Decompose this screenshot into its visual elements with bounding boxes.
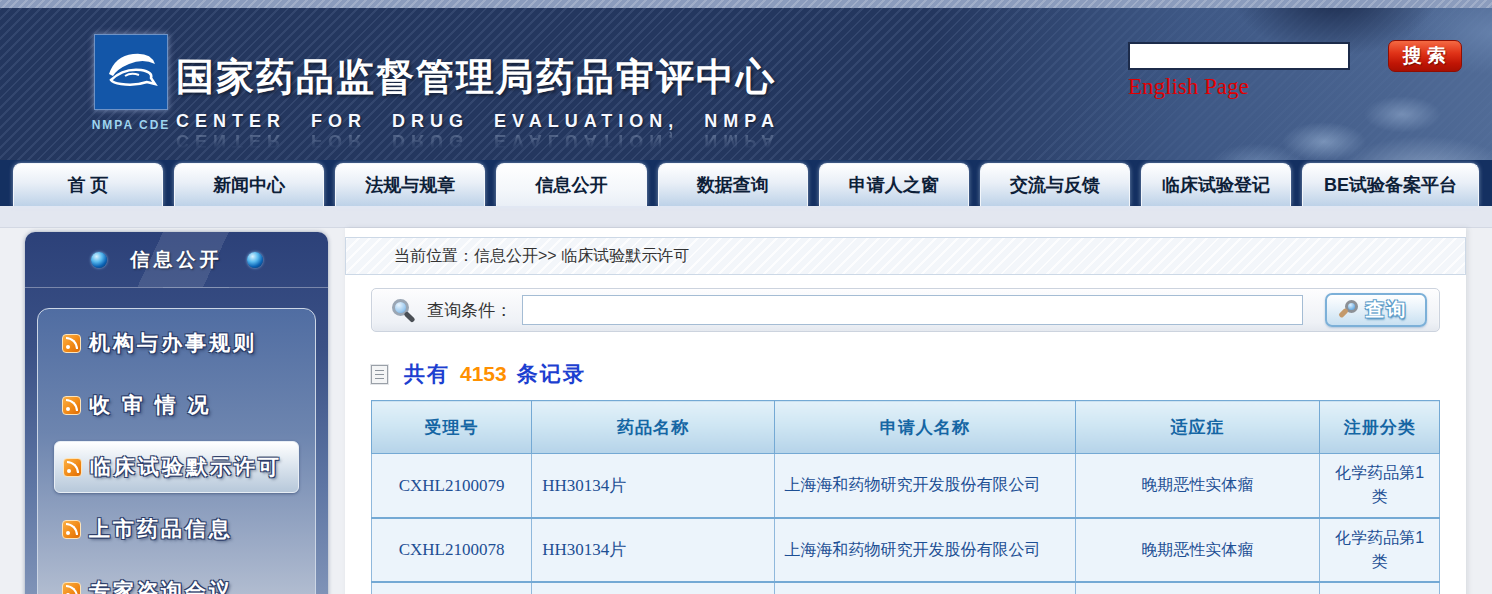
sidebar-item-4[interactable]: 专家咨询会议 bbox=[54, 565, 299, 594]
cell-r1-c0: CXHL2100078 bbox=[372, 518, 532, 582]
nav-tab-8[interactable]: BE试验备案平台 bbox=[1302, 163, 1479, 206]
results-header-row: 受理号药品名称申请人名称适应症注册分类 bbox=[372, 401, 1440, 454]
table-row-0: CXHL2100079HH30134片上海海和药物研究开发股份有限公司晚期恶性实… bbox=[372, 454, 1440, 518]
sidebar-item-2[interactable]: 临床试验默示许可 bbox=[54, 441, 299, 493]
nav-tab-6[interactable]: 交流与反馈 bbox=[980, 163, 1130, 206]
cell-r1-c4: 化学药品第1类 bbox=[1320, 518, 1440, 582]
cell-r0-c0: CXHL2100079 bbox=[372, 454, 532, 518]
cell-r1-c3: 晚期恶性实体瘤 bbox=[1075, 518, 1320, 582]
column-header-4: 注册分类 bbox=[1320, 401, 1440, 454]
sidebar-item-label: 上市药品信息 bbox=[89, 515, 233, 543]
top-strip bbox=[0, 0, 1492, 8]
magnifier-icon bbox=[392, 299, 409, 316]
rss-icon bbox=[62, 396, 81, 415]
query-button-label: 查询 bbox=[1366, 297, 1408, 323]
sidebar: 信息公开 机构与办事规则收 审 情 况临床试验默示许可上市药品信息专家咨询会议 bbox=[25, 232, 328, 594]
breadcrumb: 当前位置：信息公开>> 临床试验默示许可 bbox=[345, 237, 1466, 275]
sidebar-header: 信息公开 bbox=[25, 232, 328, 288]
query-button[interactable]: 查询 bbox=[1325, 293, 1427, 327]
cde-logo bbox=[94, 34, 168, 110]
nav-tab-1[interactable]: 新闻中心 bbox=[174, 163, 324, 206]
main-panel: 当前位置：信息公开>> 临床试验默示许可 查询条件： 查询 共有 4153 条记… bbox=[345, 228, 1466, 594]
sidebar-item-1[interactable]: 收 审 情 况 bbox=[54, 379, 299, 431]
cell-r0-c4: 化学药品第1类 bbox=[1320, 454, 1440, 518]
orb-icon-left bbox=[91, 252, 107, 268]
sidebar-item-label: 收 审 情 况 bbox=[89, 391, 212, 419]
cell-r0-c3: 晚期恶性实体瘤 bbox=[1075, 454, 1320, 518]
cell-partial-c3 bbox=[1075, 582, 1320, 594]
rss-icon bbox=[62, 520, 81, 539]
list-icon bbox=[371, 365, 388, 384]
query-input[interactable] bbox=[522, 295, 1303, 325]
nav-tab-3[interactable]: 信息公开 bbox=[496, 163, 646, 206]
site-search-input[interactable] bbox=[1128, 42, 1350, 70]
table-row-1: CXHL2100078HH30134片上海海和药物研究开发股份有限公司晚期恶性实… bbox=[372, 518, 1440, 582]
sidebar-item-0[interactable]: 机构与办事规则 bbox=[54, 317, 299, 369]
query-bar: 查询条件： 查询 bbox=[371, 288, 1440, 332]
header-search: 搜索 English Page bbox=[1128, 42, 1350, 70]
rss-icon bbox=[62, 334, 81, 353]
column-header-0: 受理号 bbox=[372, 401, 532, 454]
sidebar-item-3[interactable]: 上市药品信息 bbox=[54, 503, 299, 555]
logo-caption: NMPA CDE bbox=[86, 118, 176, 132]
cell-r1-c1: HH30134片 bbox=[532, 518, 774, 582]
nav-tab-2[interactable]: 法规与规章 bbox=[335, 163, 485, 206]
nav-tab-4[interactable]: 数据查询 bbox=[658, 163, 808, 206]
site-subtitle: CENTER FOR DRUG EVALUATION, NMPA bbox=[176, 111, 780, 132]
title-block: 国家药品监督管理局药品审评中心 CENTER FOR DRUG EVALUATI… bbox=[176, 52, 780, 151]
site-title: 国家药品监督管理局药品审评中心 bbox=[176, 52, 780, 103]
logo-block: NMPA CDE bbox=[86, 34, 176, 132]
site-header: NMPA CDE 国家药品监督管理局药品审评中心 CENTER FOR DRUG… bbox=[0, 8, 1492, 160]
records-summary: 共有 4153 条记录 bbox=[371, 358, 1440, 390]
cell-partial-c0 bbox=[372, 582, 532, 594]
fish-logo-icon bbox=[101, 42, 161, 102]
query-button-magnifier-icon bbox=[1345, 300, 1358, 313]
cell-partial-c1 bbox=[532, 582, 774, 594]
sidebar-title: 信息公开 bbox=[131, 247, 223, 273]
page: NMPA CDE 国家药品监督管理局药品审评中心 CENTER FOR DRUG… bbox=[0, 0, 1492, 594]
orb-icon-right bbox=[247, 252, 263, 268]
cell-r0-c2: 上海海和药物研究开发股份有限公司 bbox=[774, 454, 1075, 518]
english-page-link[interactable]: English Page bbox=[1128, 74, 1249, 100]
nav-tab-5[interactable]: 申请人之窗 bbox=[819, 163, 969, 206]
site-subtitle-reflection: CENTER FOR DRUG EVALUATION, NMPA bbox=[176, 130, 780, 151]
records-prefix: 共有 bbox=[404, 360, 450, 388]
nav-bottom-strip bbox=[0, 206, 1492, 228]
table-row-partial bbox=[372, 582, 1440, 594]
cell-r1-c2: 上海海和药物研究开发股份有限公司 bbox=[774, 518, 1075, 582]
sidebar-item-label: 专家咨询会议 bbox=[89, 577, 233, 594]
results-body: CXHL2100079HH30134片上海海和药物研究开发股份有限公司晚期恶性实… bbox=[372, 454, 1440, 594]
column-header-3: 适应症 bbox=[1075, 401, 1320, 454]
sidebar-menu: 机构与办事规则收 审 情 况临床试验默示许可上市药品信息专家咨询会议 bbox=[37, 308, 316, 594]
results-table: 受理号药品名称申请人名称适应症注册分类 CXHL2100079HH30134片上… bbox=[371, 400, 1440, 594]
nav-tab-7[interactable]: 临床试验登记 bbox=[1141, 163, 1291, 206]
records-suffix: 条记录 bbox=[517, 360, 586, 388]
rss-icon bbox=[62, 582, 81, 594]
nav-tab-0[interactable]: 首 页 bbox=[13, 163, 163, 206]
records-count: 4153 bbox=[460, 362, 507, 386]
sidebar-item-label: 临床试验默示许可 bbox=[90, 453, 282, 481]
cell-partial-c2 bbox=[774, 582, 1075, 594]
site-search-button[interactable]: 搜索 bbox=[1388, 40, 1462, 72]
nav-tabs: 首 页新闻中心法规与规章信息公开数据查询申请人之窗交流与反馈临床试验登记 BE试验… bbox=[0, 160, 1492, 206]
content-row: 信息公开 机构与办事规则收 审 情 况临床试验默示许可上市药品信息专家咨询会议 … bbox=[0, 228, 1492, 594]
column-header-2: 申请人名称 bbox=[774, 401, 1075, 454]
column-header-1: 药品名称 bbox=[532, 401, 774, 454]
sidebar-item-label: 机构与办事规则 bbox=[89, 329, 257, 357]
cell-r0-c1: HH30134片 bbox=[532, 454, 774, 518]
query-label: 查询条件： bbox=[427, 299, 512, 322]
cell-partial-c4 bbox=[1320, 582, 1440, 594]
rss-icon bbox=[63, 458, 82, 477]
